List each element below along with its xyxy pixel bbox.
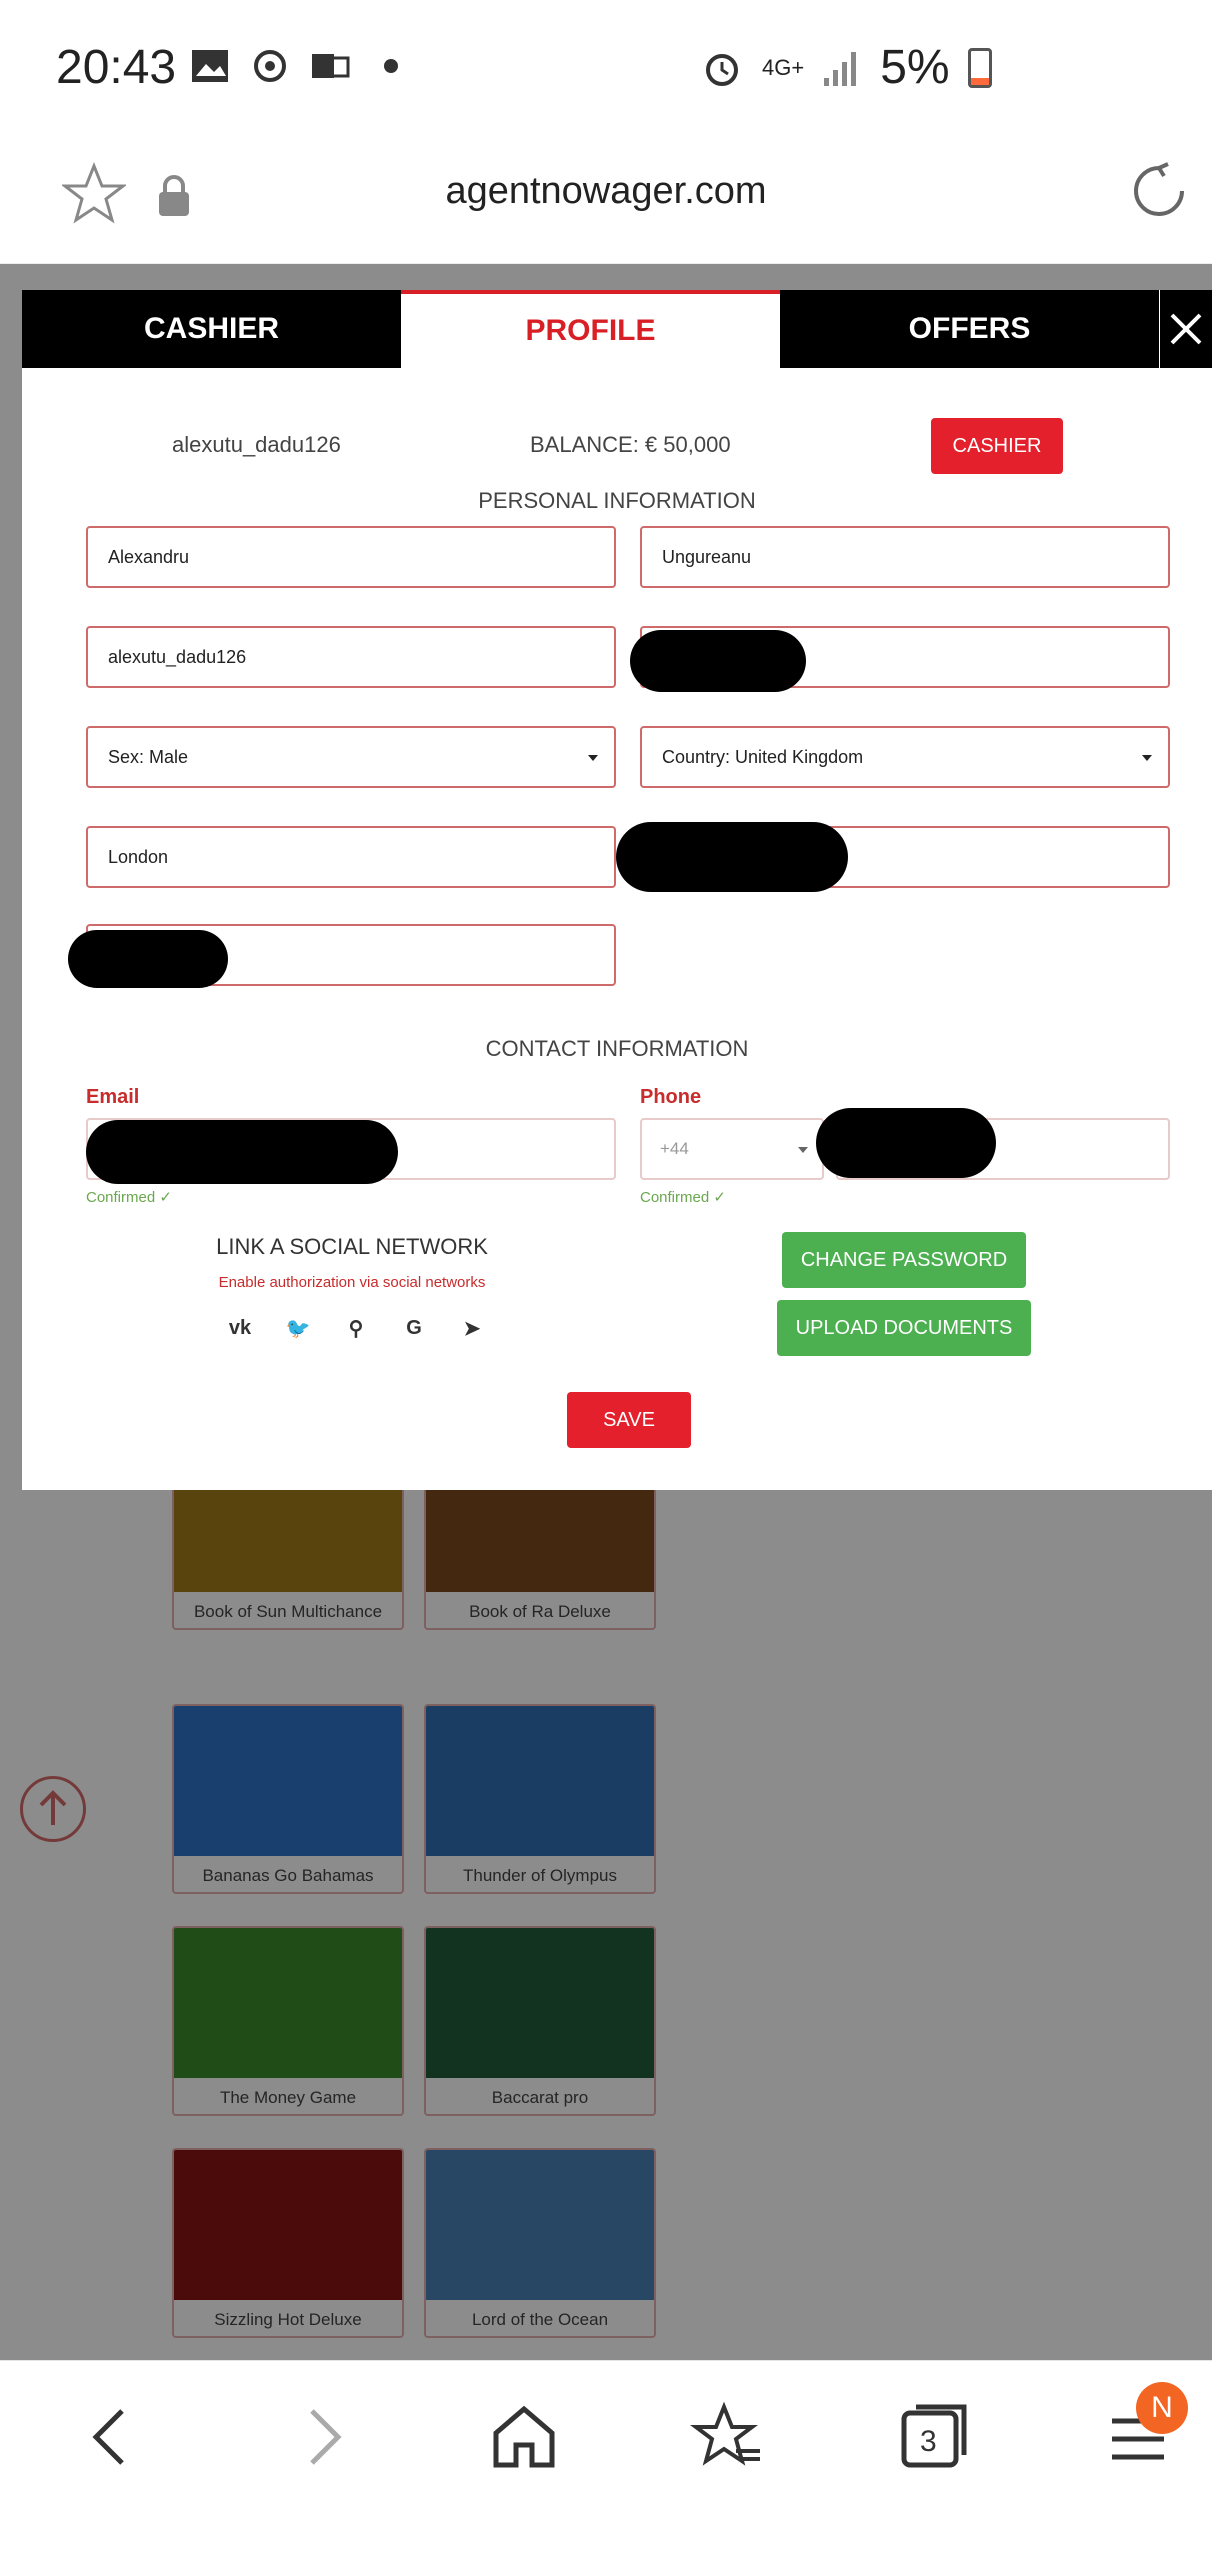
url-text[interactable]: agentnowager.com bbox=[0, 170, 1212, 213]
tab-profile[interactable]: PROFILE bbox=[401, 290, 780, 368]
twitter-icon[interactable]: 🐦 bbox=[284, 1314, 312, 1342]
last-name-field[interactable]: Ungureanu bbox=[640, 526, 1170, 588]
tabs-button[interactable]: 3 bbox=[896, 2399, 972, 2475]
phone-code-select[interactable]: +44 bbox=[640, 1118, 824, 1180]
redaction-mark bbox=[816, 1108, 996, 1178]
change-password-button[interactable]: CHANGE PASSWORD bbox=[782, 1232, 1026, 1288]
notification-icons bbox=[190, 48, 398, 84]
network-type: 4G+ bbox=[762, 54, 805, 80]
country-select[interactable]: Country: United Kingdom bbox=[640, 726, 1170, 788]
battery-percent: 5% bbox=[880, 41, 950, 94]
telegram-icon[interactable]: ➤ bbox=[458, 1314, 486, 1342]
username-display: alexutu_dadu126 bbox=[172, 432, 341, 457]
signal-icon bbox=[824, 51, 857, 86]
balance-display: BALANCE: € 50,000 bbox=[530, 432, 731, 457]
tab-cashier[interactable]: CASHIER bbox=[22, 290, 401, 368]
check-circle-icon: ✓ bbox=[159, 1189, 172, 1206]
notification-badge: N bbox=[1136, 2382, 1188, 2434]
gallery-icon bbox=[192, 50, 228, 82]
phone-label: Phone bbox=[640, 1086, 702, 1108]
close-icon bbox=[1170, 313, 1202, 345]
email-confirmed-badge: Confirmed ✓ bbox=[86, 1188, 172, 1206]
upload-documents-button[interactable]: UPLOAD DOCUMENTS bbox=[777, 1300, 1031, 1356]
email-confirmed-text: Confirmed bbox=[86, 1189, 156, 1206]
vk-icon[interactable]: vk bbox=[226, 1314, 254, 1342]
screen: 20:43 4G+ 5% agentnowager.com Book of Su… bbox=[0, 0, 1212, 2560]
contact-info-title: CONTACT INFORMATION bbox=[485, 1036, 749, 1061]
login-field[interactable]: alexutu_dadu126 bbox=[86, 626, 616, 688]
close-button[interactable] bbox=[1160, 290, 1212, 368]
redaction-mark bbox=[86, 1120, 398, 1184]
save-button[interactable]: SAVE bbox=[567, 1392, 691, 1448]
personal-info-title: PERSONAL INFORMATION bbox=[478, 488, 756, 513]
sync-icon bbox=[254, 50, 286, 82]
status-bar: 20:43 4G+ 5% bbox=[0, 0, 1212, 140]
check-circle-icon: ✓ bbox=[713, 1189, 726, 1206]
google-icon[interactable]: G bbox=[400, 1314, 428, 1342]
bookmarks-icon[interactable] bbox=[690, 2399, 766, 2475]
first-name-field[interactable]: Alexandru bbox=[86, 526, 616, 588]
reload-icon[interactable] bbox=[1128, 160, 1190, 222]
modal-tabs: CASHIER PROFILE OFFERS bbox=[22, 290, 1212, 368]
home-icon[interactable] bbox=[486, 2399, 562, 2475]
clock: 20:43 bbox=[56, 41, 177, 94]
phone-confirmed-badge: Confirmed ✓ bbox=[640, 1188, 726, 1206]
account-summary: alexutu_dadu126 BALANCE: € 50,000 CASHIE… bbox=[22, 418, 1212, 474]
social-title: LINK A SOCIAL NETWORK bbox=[216, 1234, 488, 1259]
outlook-icon bbox=[312, 54, 350, 78]
redaction-mark bbox=[616, 822, 848, 892]
browser-bottom-nav: 3 bbox=[0, 2360, 1212, 2560]
tab-offers[interactable]: OFFERS bbox=[780, 290, 1159, 368]
tabs-count: 3 bbox=[920, 2425, 937, 2458]
sex-select[interactable]: Sex: Male bbox=[86, 726, 616, 788]
status-right: 4G+ 5% bbox=[700, 40, 992, 95]
back-icon[interactable] bbox=[74, 2399, 150, 2475]
profile-modal: CASHIER PROFILE OFFERS alexutu_dadu126 B… bbox=[22, 290, 1212, 1490]
social-subtitle: Enable authorization via social networks bbox=[218, 1274, 486, 1291]
odnoklassniki-icon[interactable]: ⚲ bbox=[342, 1314, 370, 1342]
redaction-mark bbox=[630, 630, 806, 692]
cashier-button[interactable]: CASHIER bbox=[931, 418, 1063, 474]
redaction-mark bbox=[68, 930, 228, 988]
email-label: Email bbox=[86, 1086, 140, 1108]
more-notifications-icon bbox=[384, 59, 398, 73]
forward-icon[interactable] bbox=[284, 2399, 360, 2475]
social-icons-row: vk 🐦 ⚲ G ➤ bbox=[226, 1314, 486, 1342]
phone-confirmed-text: Confirmed bbox=[640, 1189, 710, 1206]
alarm-icon bbox=[706, 53, 738, 86]
browser-url-bar: agentnowager.com bbox=[0, 140, 1212, 264]
city-field[interactable]: London bbox=[86, 826, 616, 888]
battery-icon bbox=[967, 47, 992, 88]
